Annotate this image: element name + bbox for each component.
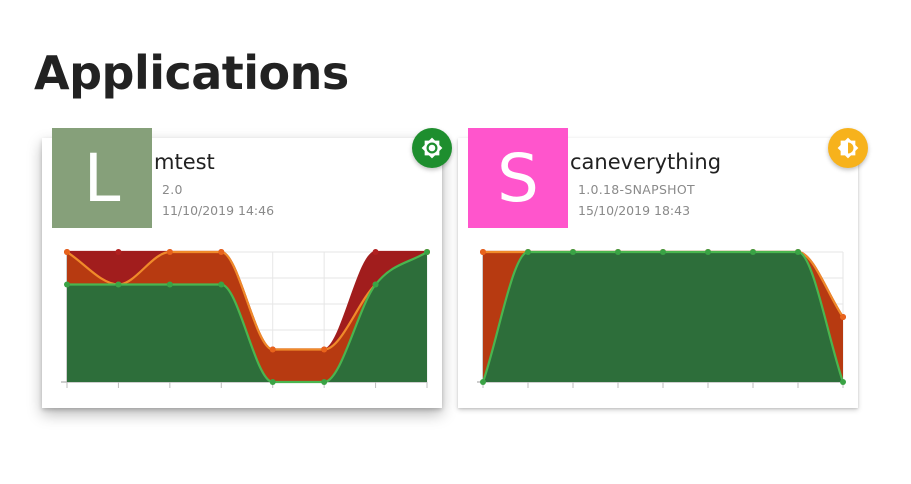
app-card-mtest[interactable]: L mtest 2.0 11/10/2019 14:46 (42, 128, 452, 408)
series-3-area (483, 252, 843, 382)
series-2-point-1 (64, 249, 70, 255)
series-3-point-1 (480, 379, 486, 385)
status-button[interactable] (412, 128, 452, 168)
brightness-half-icon (837, 137, 859, 159)
app-name: caneverything (570, 150, 722, 174)
app-version: 1.0.18-SNAPSHOT (578, 182, 695, 197)
series-2-point-3 (166, 249, 173, 255)
avatar-initial: S (497, 139, 539, 217)
series-3-point-4 (615, 249, 621, 255)
series-3-point-3 (570, 249, 576, 255)
series-3-point-5 (269, 379, 276, 385)
series-3-point-8 (795, 249, 801, 255)
status-button[interactable] (828, 128, 868, 168)
series-3-point-7 (372, 281, 379, 288)
page-title: Applications (34, 46, 349, 100)
series-2-point-1 (480, 249, 486, 255)
brightness-auto-icon (421, 137, 443, 159)
series-3-point-2 (115, 281, 122, 288)
series-2-point-4 (218, 249, 225, 255)
app-card-caneverything[interactable]: S caneverything 1.0.18-SNAPSHOT 15/10/20… (458, 128, 868, 408)
series-3-point-4 (218, 281, 225, 288)
usage-chart (61, 249, 430, 388)
app-version: 2.0 (162, 182, 183, 197)
series-2-point-5 (269, 346, 276, 353)
series-3-point-6 (321, 379, 328, 385)
series-3-point-2 (525, 249, 531, 255)
app-avatar: S (468, 128, 568, 228)
series-1-point-7 (372, 249, 379, 255)
series-2-point-6 (321, 346, 328, 353)
series-3-point-1 (64, 281, 70, 288)
series-3-point-3 (166, 281, 173, 288)
app-date: 11/10/2019 14:46 (162, 203, 275, 218)
series-3-point-7 (750, 249, 756, 255)
app-avatar: L (52, 128, 152, 228)
series-3-point-6 (705, 249, 711, 255)
series-3-point-9 (840, 379, 846, 385)
usage-chart (477, 249, 846, 388)
series-2-point-9 (840, 314, 846, 320)
app-name: mtest (154, 150, 215, 174)
series-1-point-2 (115, 249, 122, 255)
app-date: 15/10/2019 18:43 (578, 203, 691, 218)
series-3-point-8 (424, 249, 430, 255)
avatar-initial: L (83, 139, 121, 217)
series-3-point-5 (660, 249, 666, 255)
